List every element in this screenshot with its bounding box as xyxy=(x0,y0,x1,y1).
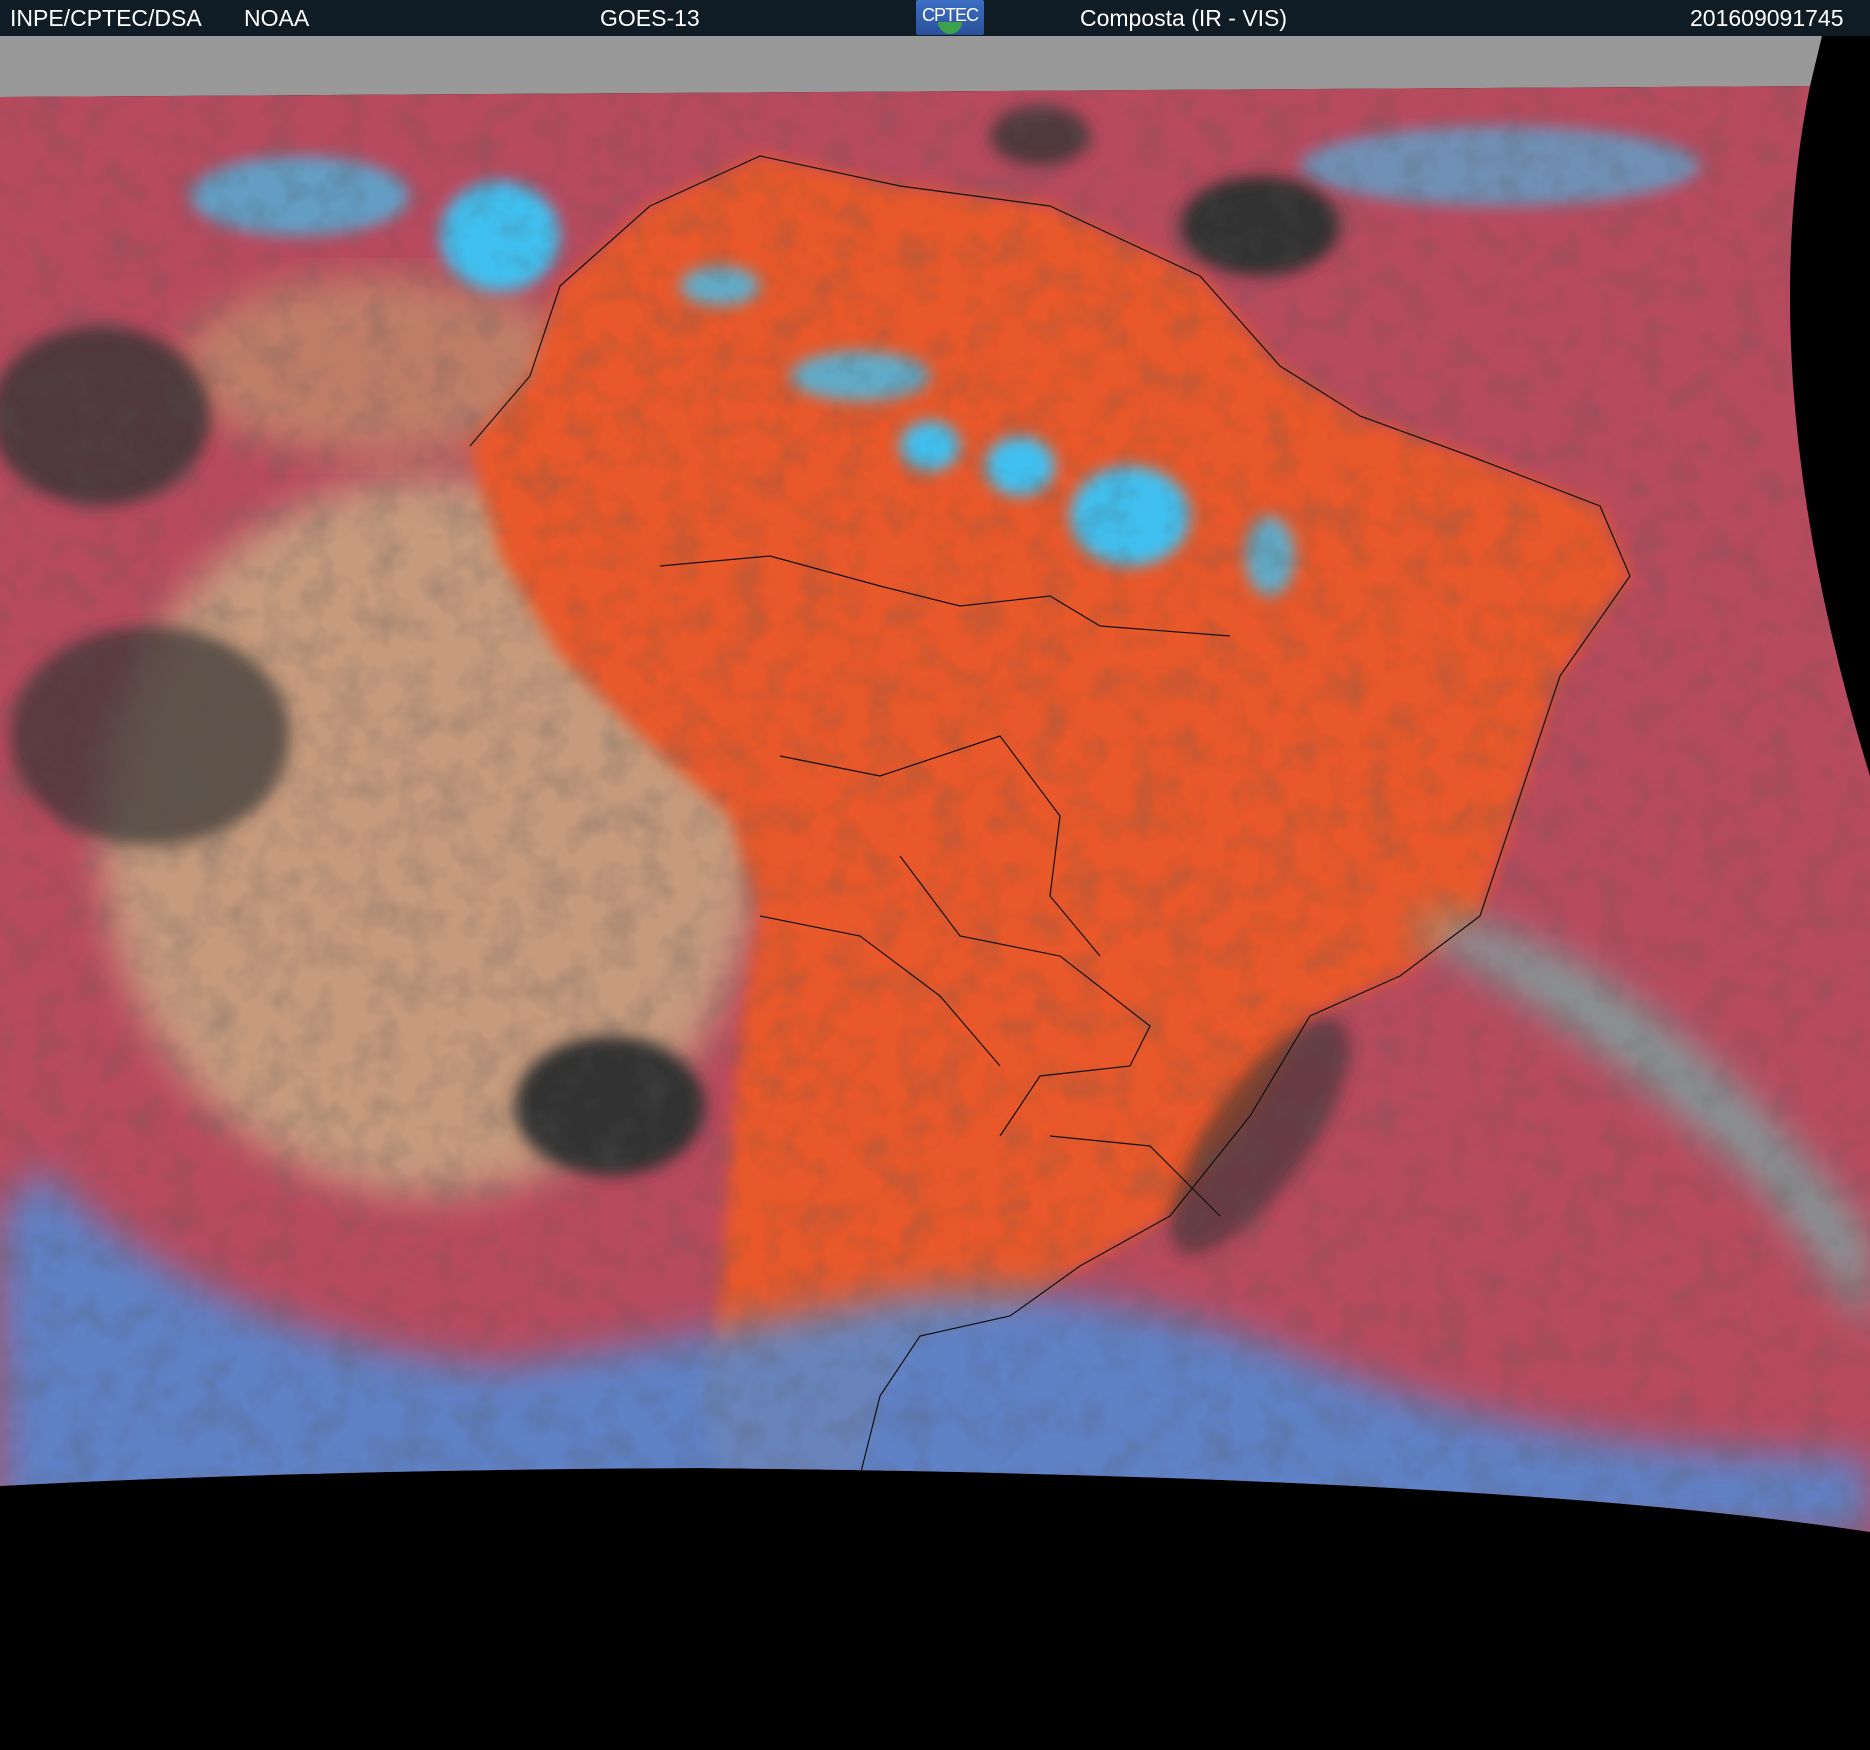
satellite-composite-image xyxy=(0,36,1870,1532)
timestamp-label: 201609091745 xyxy=(1690,5,1844,31)
partner-label: NOAA xyxy=(244,5,310,31)
image-disk xyxy=(0,86,1870,1532)
cptec-logo: CPTEC xyxy=(916,0,984,35)
satellite-label: GOES-13 xyxy=(600,5,700,31)
image-header: INPE/CPTEC/DSA NOAA GOES-13 CPTEC Compos… xyxy=(0,0,1870,36)
agency-label: INPE/CPTEC/DSA xyxy=(10,5,202,31)
logo-text: CPTEC xyxy=(921,5,979,25)
product-label: Composta (IR - VIS) xyxy=(1080,5,1288,31)
